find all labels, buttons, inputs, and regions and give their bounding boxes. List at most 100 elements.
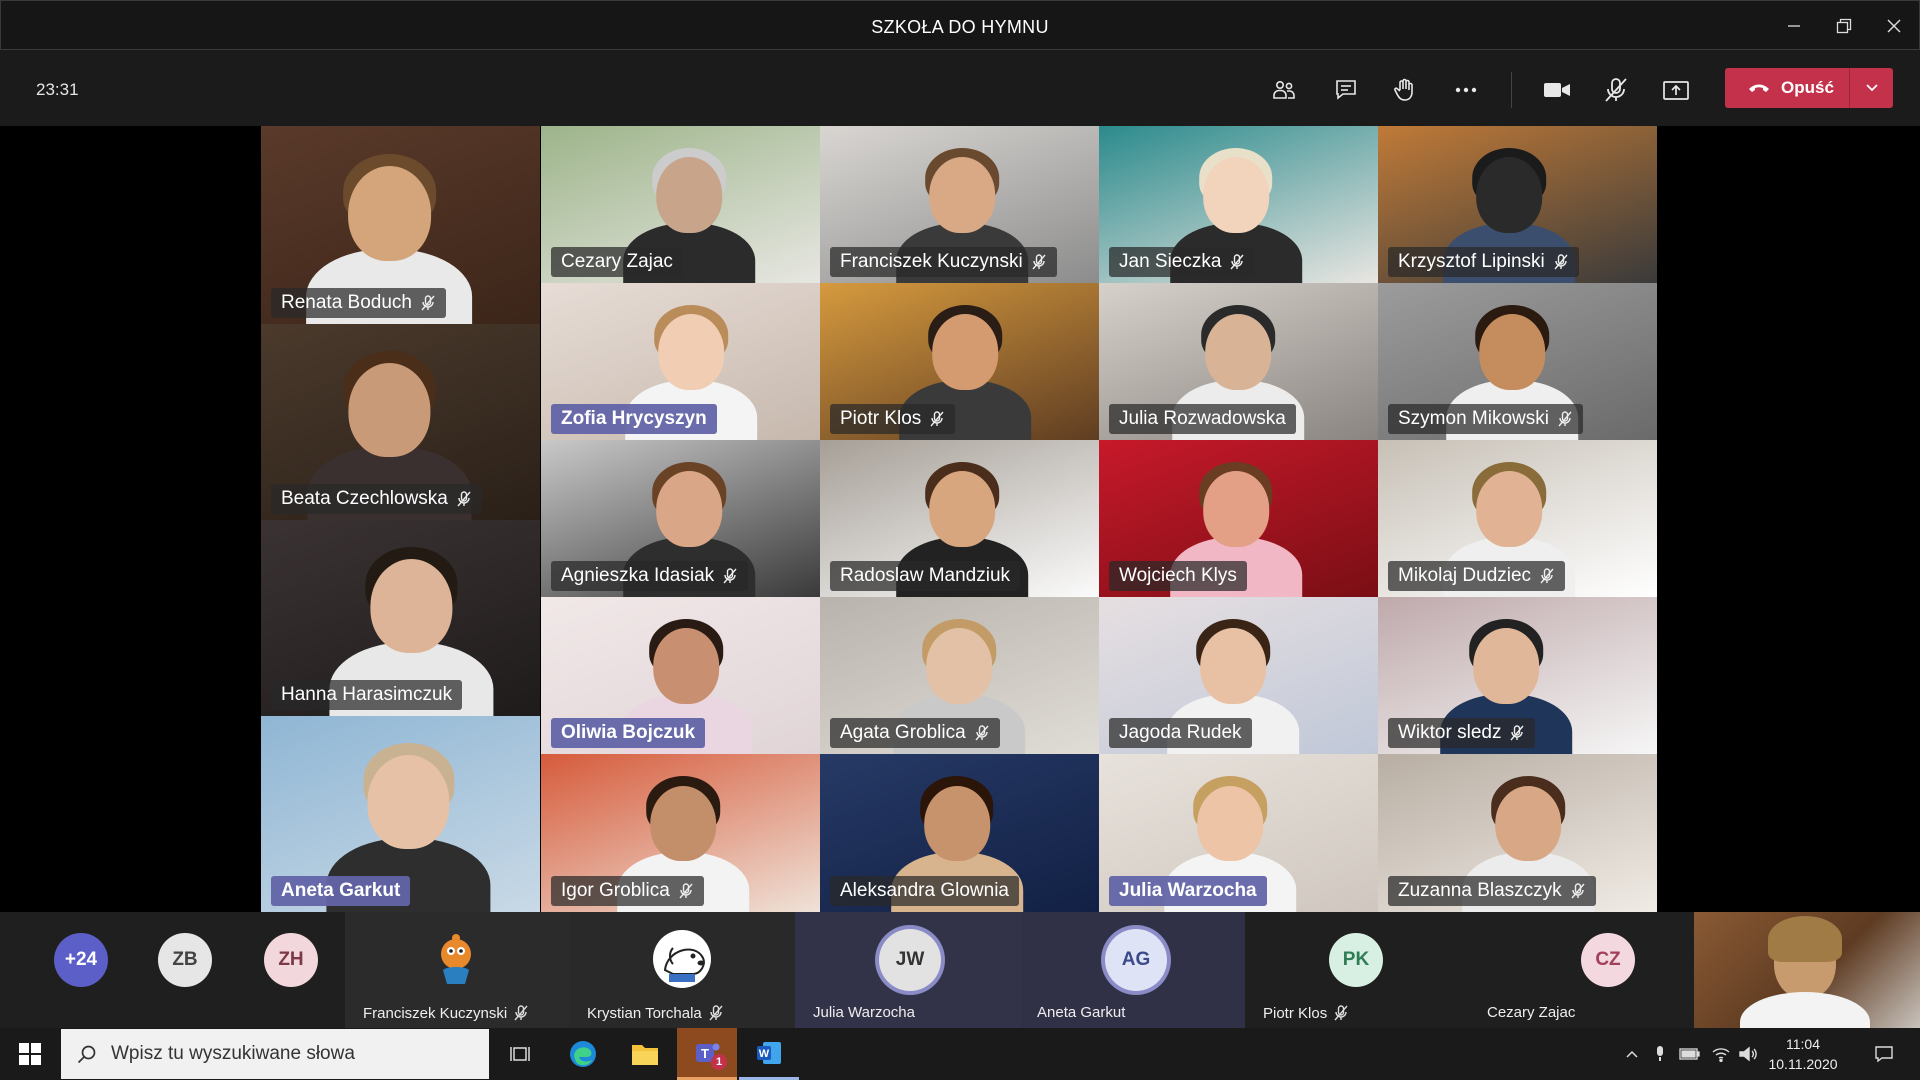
system-clock[interactable]: 11:04 10.11.2020 [1760, 1034, 1846, 1074]
edge-app[interactable] [553, 1028, 613, 1080]
participant-name: Zuzanna Blaszczyk [1398, 880, 1562, 901]
wifi-tray[interactable] [1708, 1028, 1734, 1080]
video-tile[interactable]: Igor Groblica [541, 754, 820, 912]
video-tile[interactable]: Beata Czechlowska [261, 324, 540, 520]
volume-tray[interactable] [1736, 1028, 1760, 1080]
strip-participant[interactable]: JW Julia Warzocha [795, 912, 1021, 1028]
video-tile[interactable]: Aleksandra Glownia [820, 754, 1099, 912]
video-tile[interactable]: Szymon Mikowski [1378, 283, 1657, 440]
chat-icon [1336, 80, 1356, 100]
participant-name-tag: Wojciech Klys [1109, 561, 1247, 591]
mic-off-icon [709, 1005, 723, 1021]
video-tile[interactable]: Agnieszka Idasiak [541, 440, 820, 597]
participant-name-tag: Mikolaj Dudziec [1388, 561, 1566, 591]
camera-button[interactable] [1535, 70, 1579, 110]
participant-name-tag: Igor Groblica [551, 876, 704, 906]
mic-off-icon [723, 568, 737, 584]
chevron-up-icon [1626, 1050, 1638, 1058]
share-screen-button[interactable] [1654, 70, 1698, 110]
video-tile[interactable]: Piotr Klos [820, 283, 1099, 440]
participant-name: Hanna Harasimczuk [281, 684, 453, 705]
svg-text:T: T [701, 1046, 709, 1061]
participant-name-tag: Julia Rozwadowska [1109, 404, 1296, 434]
show-hidden-icons-button[interactable] [1620, 1028, 1644, 1080]
chat-button[interactable] [1324, 70, 1368, 110]
battery-tray[interactable] [1676, 1028, 1704, 1080]
video-tile[interactable]: Zuzanna Blaszczyk [1378, 754, 1657, 912]
word-app[interactable]: W [739, 1028, 799, 1080]
microphone-tray[interactable] [1648, 1028, 1672, 1080]
participant-name: Piotr Klos [840, 408, 922, 429]
mic-off-icon [1032, 254, 1046, 270]
video-tile[interactable]: Julia Warzocha [1099, 754, 1378, 912]
video-tile[interactable]: Jagoda Rudek [1099, 597, 1378, 754]
file-explorer-app[interactable] [615, 1028, 675, 1080]
participant-name-tag: Zuzanna Blaszczyk [1388, 876, 1596, 906]
video-tile[interactable]: Krzysztof Lipinski [1378, 126, 1657, 283]
start-button[interactable] [0, 1028, 60, 1080]
more-options-button[interactable] [1444, 70, 1488, 110]
svg-text:W: W [759, 1048, 770, 1060]
video-tile[interactable]: Cezary Zajac [541, 126, 820, 283]
participant-name: Radoslaw Mandziuk [840, 565, 1011, 586]
participant-name: Agnieszka Idasiak [561, 565, 715, 586]
participant-name-tag: Wiktor sledz [1388, 718, 1536, 748]
microphone-icon [1657, 1046, 1663, 1061]
battery-icon [1679, 1048, 1700, 1060]
self-view-video[interactable] [1694, 912, 1920, 1028]
strip-participant[interactable]: AG Aneta Garkut [1021, 912, 1245, 1028]
participant-name: Aneta Garkut [1037, 1004, 1126, 1021]
restore-button[interactable] [1821, 9, 1867, 43]
participants-button[interactable] [1262, 70, 1306, 110]
strip-participant[interactable]: CZ Cezary Zajac [1469, 912, 1694, 1028]
participant-name-tag: Jan Sieczka [1109, 247, 1256, 277]
leave-button[interactable]: Opuść [1725, 68, 1849, 108]
avatar: CZ [1581, 933, 1635, 987]
participant-name: Cezary Zajac [1487, 1004, 1576, 1021]
video-tile[interactable]: Radoslaw Mandziuk [820, 440, 1099, 597]
leave-options-button[interactable] [1850, 68, 1893, 108]
mic-off-icon [679, 883, 693, 899]
video-tile[interactable]: Julia Rozwadowska [1099, 283, 1378, 440]
participant-name: Szymon Mikowski [1398, 408, 1549, 429]
participant-name: Krystian Torchala [587, 1004, 702, 1022]
video-tile[interactable]: Zofia Hrycyszyn [541, 283, 820, 440]
toolbar-divider [1511, 72, 1512, 108]
video-tile[interactable]: Oliwia Bojczuk [541, 597, 820, 754]
strip-participant[interactable]: PK Piotr Klos [1245, 912, 1469, 1028]
participant-name-tag: Renata Boduch [271, 288, 446, 318]
task-view-button[interactable] [490, 1028, 550, 1080]
avatar-image [653, 930, 711, 988]
close-button[interactable] [1871, 9, 1917, 43]
taskbar-search[interactable]: Wpisz tu wyszukiwane słowa [61, 1029, 489, 1079]
strip-participant[interactable]: Krystian Torchala [569, 912, 795, 1028]
video-tile[interactable]: Aneta Garkut [261, 716, 540, 912]
overflow-count[interactable]: +24 [54, 933, 108, 987]
video-tile[interactable]: Wojciech Klys [1099, 440, 1378, 597]
minimize-button[interactable] [1771, 9, 1817, 43]
action-center-button[interactable] [1862, 1028, 1906, 1080]
overflow-participants[interactable]: +24 [0, 912, 120, 1028]
participant-name: Aleksandra Glownia [840, 880, 1009, 901]
video-tile[interactable]: Renata Boduch [261, 126, 540, 324]
microphone-button[interactable] [1594, 70, 1638, 110]
mic-off-icon [421, 295, 435, 311]
mic-off-icon [514, 1005, 528, 1021]
video-tile[interactable]: Agata Groblica [820, 597, 1099, 754]
avatar: ZH [264, 933, 318, 987]
participant-name: Franciszek Kuczynski [840, 251, 1023, 272]
windows-taskbar: Wpisz tu wyszukiwane słowa T 1 W 11:04 1… [0, 1028, 1920, 1080]
raise-hand-button[interactable] [1383, 70, 1427, 110]
teams-app[interactable]: T 1 [677, 1028, 737, 1080]
video-tile[interactable]: Mikolaj Dudziec [1378, 440, 1657, 597]
video-tile[interactable]: Wiktor sledz [1378, 597, 1657, 754]
mic-off-icon [1510, 725, 1525, 741]
cartoon-avatar-icon [441, 934, 471, 984]
mic-off-icon [1605, 78, 1627, 102]
participant-name: Oliwia Bojczuk [561, 722, 696, 743]
video-tile[interactable]: Jan Sieczka [1099, 126, 1378, 283]
video-tile[interactable]: Franciszek Kuczynski [820, 126, 1099, 283]
participant-name-tag: Jagoda Rudek [1109, 718, 1252, 748]
video-tile[interactable]: Hanna Harasimczuk [261, 520, 540, 716]
strip-participant[interactable]: Franciszek Kuczynski [345, 912, 569, 1028]
